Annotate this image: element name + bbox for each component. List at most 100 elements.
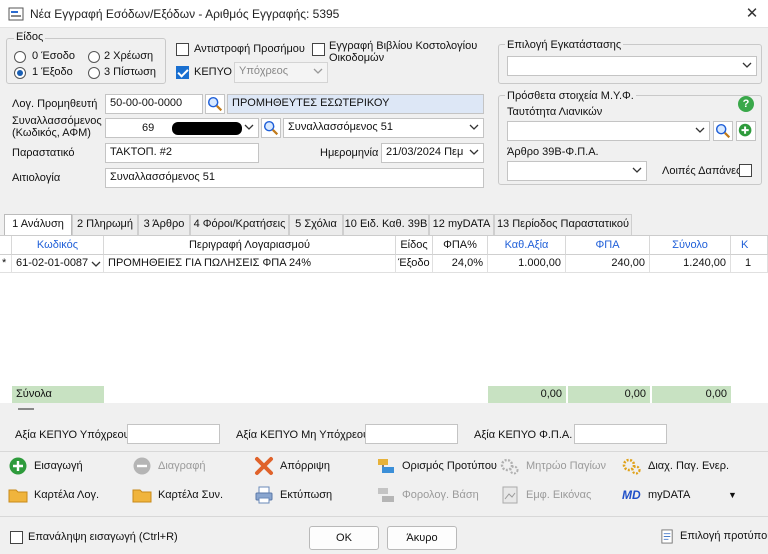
- eidos-legend: Είδος: [14, 31, 46, 43]
- search-icon: [263, 120, 279, 136]
- cell-fpa-pct[interactable]: 24,0%: [433, 255, 488, 273]
- vivlio-label: Εγγραφή Βιβλίου Κοστολογίου Οικοδομών: [329, 40, 478, 64]
- template-select-button[interactable]: Επιλογή προτύπου: [660, 525, 768, 547]
- radio-pistosi-label: 3 Πίστωση: [104, 66, 157, 78]
- radio-xreosi-label: 2 Χρέωση: [104, 50, 154, 62]
- separator: [0, 451, 768, 452]
- redacted-afm: [172, 122, 242, 135]
- kartela-syn-label: Καρτέλα Συν.: [158, 489, 224, 501]
- parast-input[interactable]: ΤΑΚΤΟΠ. #2: [105, 143, 259, 163]
- kepyo-ypoxreou-input[interactable]: [127, 424, 220, 444]
- chevron-down-icon: [244, 124, 254, 130]
- ektyposi-button[interactable]: Εκτύπωση: [254, 484, 364, 506]
- radio-exodo-label: 1 Έξοδο: [32, 66, 73, 78]
- template-select-label: Επιλογή προτύπου: [680, 530, 768, 542]
- folder-icon: [8, 489, 28, 503]
- loipes-checkbox[interactable]: [739, 164, 752, 177]
- chevron-down-icon: [742, 62, 752, 68]
- taut-combo[interactable]: [507, 121, 710, 141]
- antistrofi-checkbox[interactable]: [176, 43, 189, 56]
- tab-sxolia[interactable]: 5 Σχόλια: [289, 214, 343, 235]
- cell-kodikos-value: 61-02-01-0087: [16, 257, 89, 269]
- dropdown-caret-icon: ▼: [728, 490, 737, 500]
- cell-kodikos[interactable]: 61-02-01-0087: [12, 255, 104, 273]
- forolog-button[interactable]: Φορολογ. Βάση: [376, 484, 496, 506]
- diagrafi-button[interactable]: Διαγραφή: [132, 455, 242, 477]
- tab-analysi[interactable]: 1 Ανάλυση: [4, 214, 72, 236]
- tab-eid-kath[interactable]: 10 Ειδ. Καθ. 39Β: [343, 214, 429, 235]
- log-prom-name: ΠΡΟΜΗΘΕΥΤΕΣ ΕΣΩΤΕΡΙΚΟΥ: [227, 94, 484, 114]
- template-icon: [378, 459, 394, 473]
- chevron-down-icon: [695, 127, 705, 133]
- totals-label: Σύνολα: [12, 386, 104, 403]
- mitroo-button[interactable]: Μητρώο Παγίων: [500, 455, 610, 477]
- mydata-button[interactable]: MD myDATA ▼: [622, 484, 742, 506]
- col-k[interactable]: Κ: [731, 236, 768, 255]
- col-kath-axia[interactable]: Καθ.Αξία: [488, 236, 566, 255]
- log-prom-search-button[interactable]: [205, 94, 225, 114]
- taut-search-button[interactable]: [713, 121, 733, 141]
- aporripsi-label: Απόρριψη: [280, 460, 330, 472]
- date-label: Ημερομηνία: [320, 147, 379, 159]
- tab-periodos[interactable]: 13 Περίοδος Παραστατικού: [494, 214, 632, 235]
- date-picker[interactable]: 21/03/2024 Πεμ: [381, 143, 484, 163]
- search-icon: [715, 123, 731, 139]
- kartela-syn-button[interactable]: Καρτέλα Συν.: [132, 484, 242, 506]
- help-icon[interactable]: ?: [738, 96, 754, 112]
- cell-eidos[interactable]: Έξοδο: [396, 255, 433, 273]
- tab-mydata[interactable]: 12 myDATA: [429, 214, 494, 235]
- cell-perigrafi[interactable]: ΠΡΟΜΗΘΕΙΕΣ ΓΙΑ ΠΩΛΗΣΕΙΣ ΦΠΑ 24%: [104, 255, 396, 273]
- synal-label: Συναλλασσόμενος (Κωδικός, ΑΦΜ): [12, 115, 102, 139]
- vivlio-checkbox[interactable]: [312, 43, 325, 56]
- col-fpa-pct[interactable]: ΦΠΑ%: [433, 236, 488, 255]
- diagrafi-label: Διαγραφή: [158, 460, 206, 472]
- repeat-label: Επανάληψη εισαγωγή (Ctrl+R): [28, 531, 178, 543]
- kepyo-combo[interactable]: Υπόχρεος: [234, 62, 328, 83]
- tab-pliromi[interactable]: 2 Πληρωμή: [72, 214, 138, 235]
- radio-pistosi[interactable]: [88, 67, 100, 79]
- ektyposi-label: Εκτύπωση: [280, 489, 333, 501]
- synal-name-combo[interactable]: Συναλλασσόμενος 51: [283, 118, 484, 138]
- col-synolo[interactable]: Σύνολο: [650, 236, 731, 255]
- tab-arthro[interactable]: 3 Άρθρο: [138, 214, 190, 235]
- radio-exodo[interactable]: [14, 67, 26, 79]
- aitiologia-input[interactable]: Συναλλασσόμενος 51: [105, 168, 484, 188]
- tab-foroi[interactable]: 4 Φόροι/Κρατήσεις: [190, 214, 289, 235]
- chevron-down-icon: [469, 124, 479, 130]
- col-kodikos[interactable]: Κωδικός: [12, 236, 104, 255]
- emf-button[interactable]: Εμφ. Εικόνας: [500, 484, 610, 506]
- orismos-button[interactable]: Ορισμός Προτύπου: [376, 455, 497, 477]
- log-prom-input[interactable]: 50-00-00-0000: [105, 94, 203, 114]
- cell-kath-axia[interactable]: 1.000,00: [488, 255, 566, 273]
- kepyo-fpa-input[interactable]: [574, 424, 667, 444]
- kartela-log-button[interactable]: Καρτέλα Λογ.: [8, 484, 118, 506]
- cell-fpa[interactable]: 240,00: [566, 255, 650, 273]
- ok-button[interactable]: OK: [309, 526, 379, 550]
- repeat-checkbox[interactable]: [10, 531, 23, 544]
- radio-xreosi[interactable]: [88, 51, 100, 63]
- synal-search-button[interactable]: [261, 118, 281, 138]
- kepyo-checkbox[interactable]: [176, 66, 189, 79]
- cell-k[interactable]: 1: [731, 255, 768, 273]
- epilogi-combo[interactable]: [507, 56, 757, 76]
- col-eidos[interactable]: Είδος: [396, 236, 433, 255]
- splitter-handle[interactable]: [18, 408, 34, 410]
- gears-icon: [622, 458, 641, 475]
- arthro-combo[interactable]: [507, 161, 647, 181]
- synal-name: Συναλλασσόμενος 51: [288, 121, 394, 133]
- cell-synolo[interactable]: 1.240,00: [650, 255, 731, 273]
- chevron-down-icon: [469, 149, 479, 155]
- col-perigrafi[interactable]: Περιγραφή Λογαριασμού: [104, 236, 396, 255]
- cancel-button[interactable]: Άκυρο: [387, 526, 457, 550]
- taut-add-button[interactable]: [736, 121, 756, 141]
- aporripsi-button[interactable]: Απόρριψη: [254, 455, 364, 477]
- taut-label: Ταυτότητα Λιανικών: [507, 106, 603, 118]
- col-fpa[interactable]: ΦΠΑ: [566, 236, 650, 255]
- kepyo-mi-ypoxreou-input[interactable]: [365, 424, 458, 444]
- close-icon[interactable]: ✕: [740, 3, 764, 25]
- synal-code-combo[interactable]: 69: [105, 118, 259, 138]
- diax-button[interactable]: Διαχ. Παγ. Ενερ.: [622, 455, 742, 477]
- kepyo-label: ΚΕΠΥΟ: [194, 66, 232, 78]
- eisagogi-button[interactable]: Εισαγωγή: [8, 455, 118, 477]
- radio-esodo[interactable]: [14, 51, 26, 63]
